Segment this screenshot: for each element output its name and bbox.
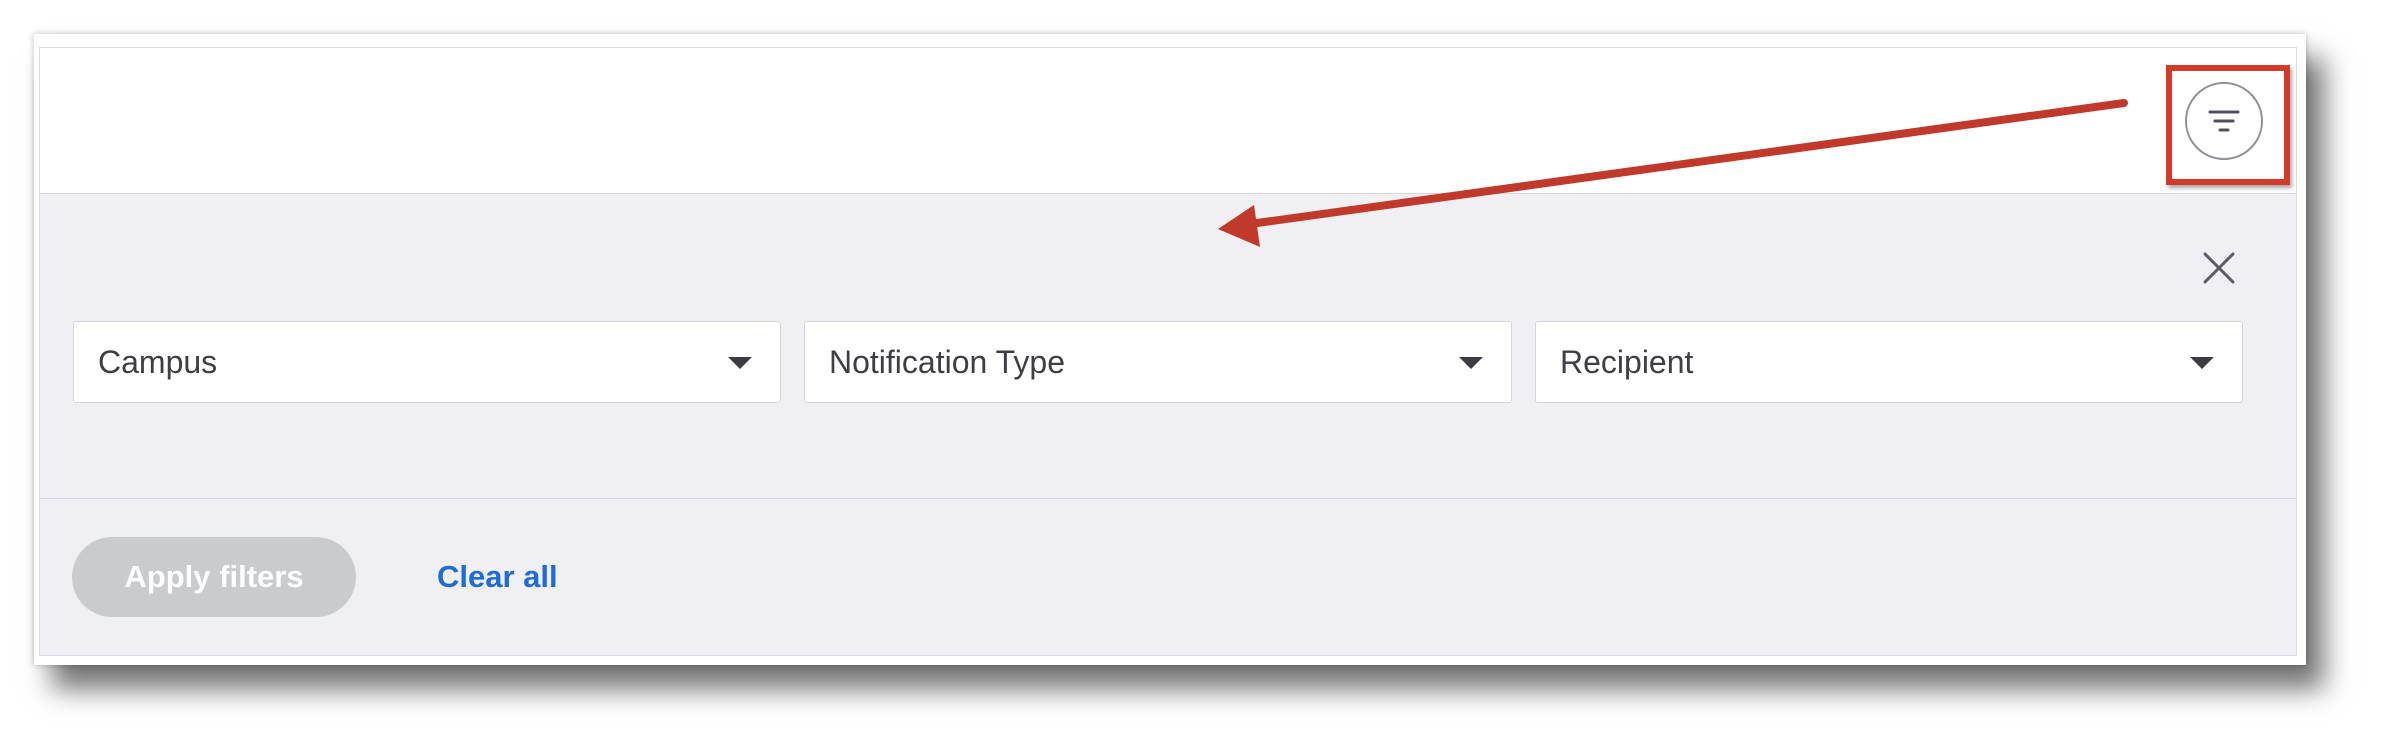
- screenshot-frame: Campus Notification Type Recipient Apply…: [34, 34, 2306, 665]
- caret-down-icon: [728, 357, 752, 369]
- campus-dropdown[interactable]: Campus: [73, 321, 781, 403]
- apply-filters-button[interactable]: Apply filters: [72, 537, 356, 617]
- close-filters-button[interactable]: [2201, 250, 2237, 286]
- filter-panel: Campus Notification Type Recipient Apply…: [39, 47, 2297, 656]
- caret-down-icon: [2190, 357, 2214, 369]
- close-icon: [2203, 252, 2235, 284]
- annotation-highlight-box: [2166, 65, 2290, 185]
- recipient-dropdown[interactable]: Recipient: [1535, 321, 2243, 403]
- notification-type-dropdown[interactable]: Notification Type: [804, 321, 1512, 403]
- footer-divider: [40, 498, 2296, 499]
- recipient-dropdown-label: Recipient: [1560, 344, 1694, 380]
- notification-type-dropdown-label: Notification Type: [829, 344, 1065, 380]
- top-bar: [40, 48, 2296, 194]
- campus-dropdown-label: Campus: [98, 344, 218, 380]
- clear-all-link[interactable]: Clear all: [437, 537, 558, 617]
- caret-down-icon: [1459, 357, 1483, 369]
